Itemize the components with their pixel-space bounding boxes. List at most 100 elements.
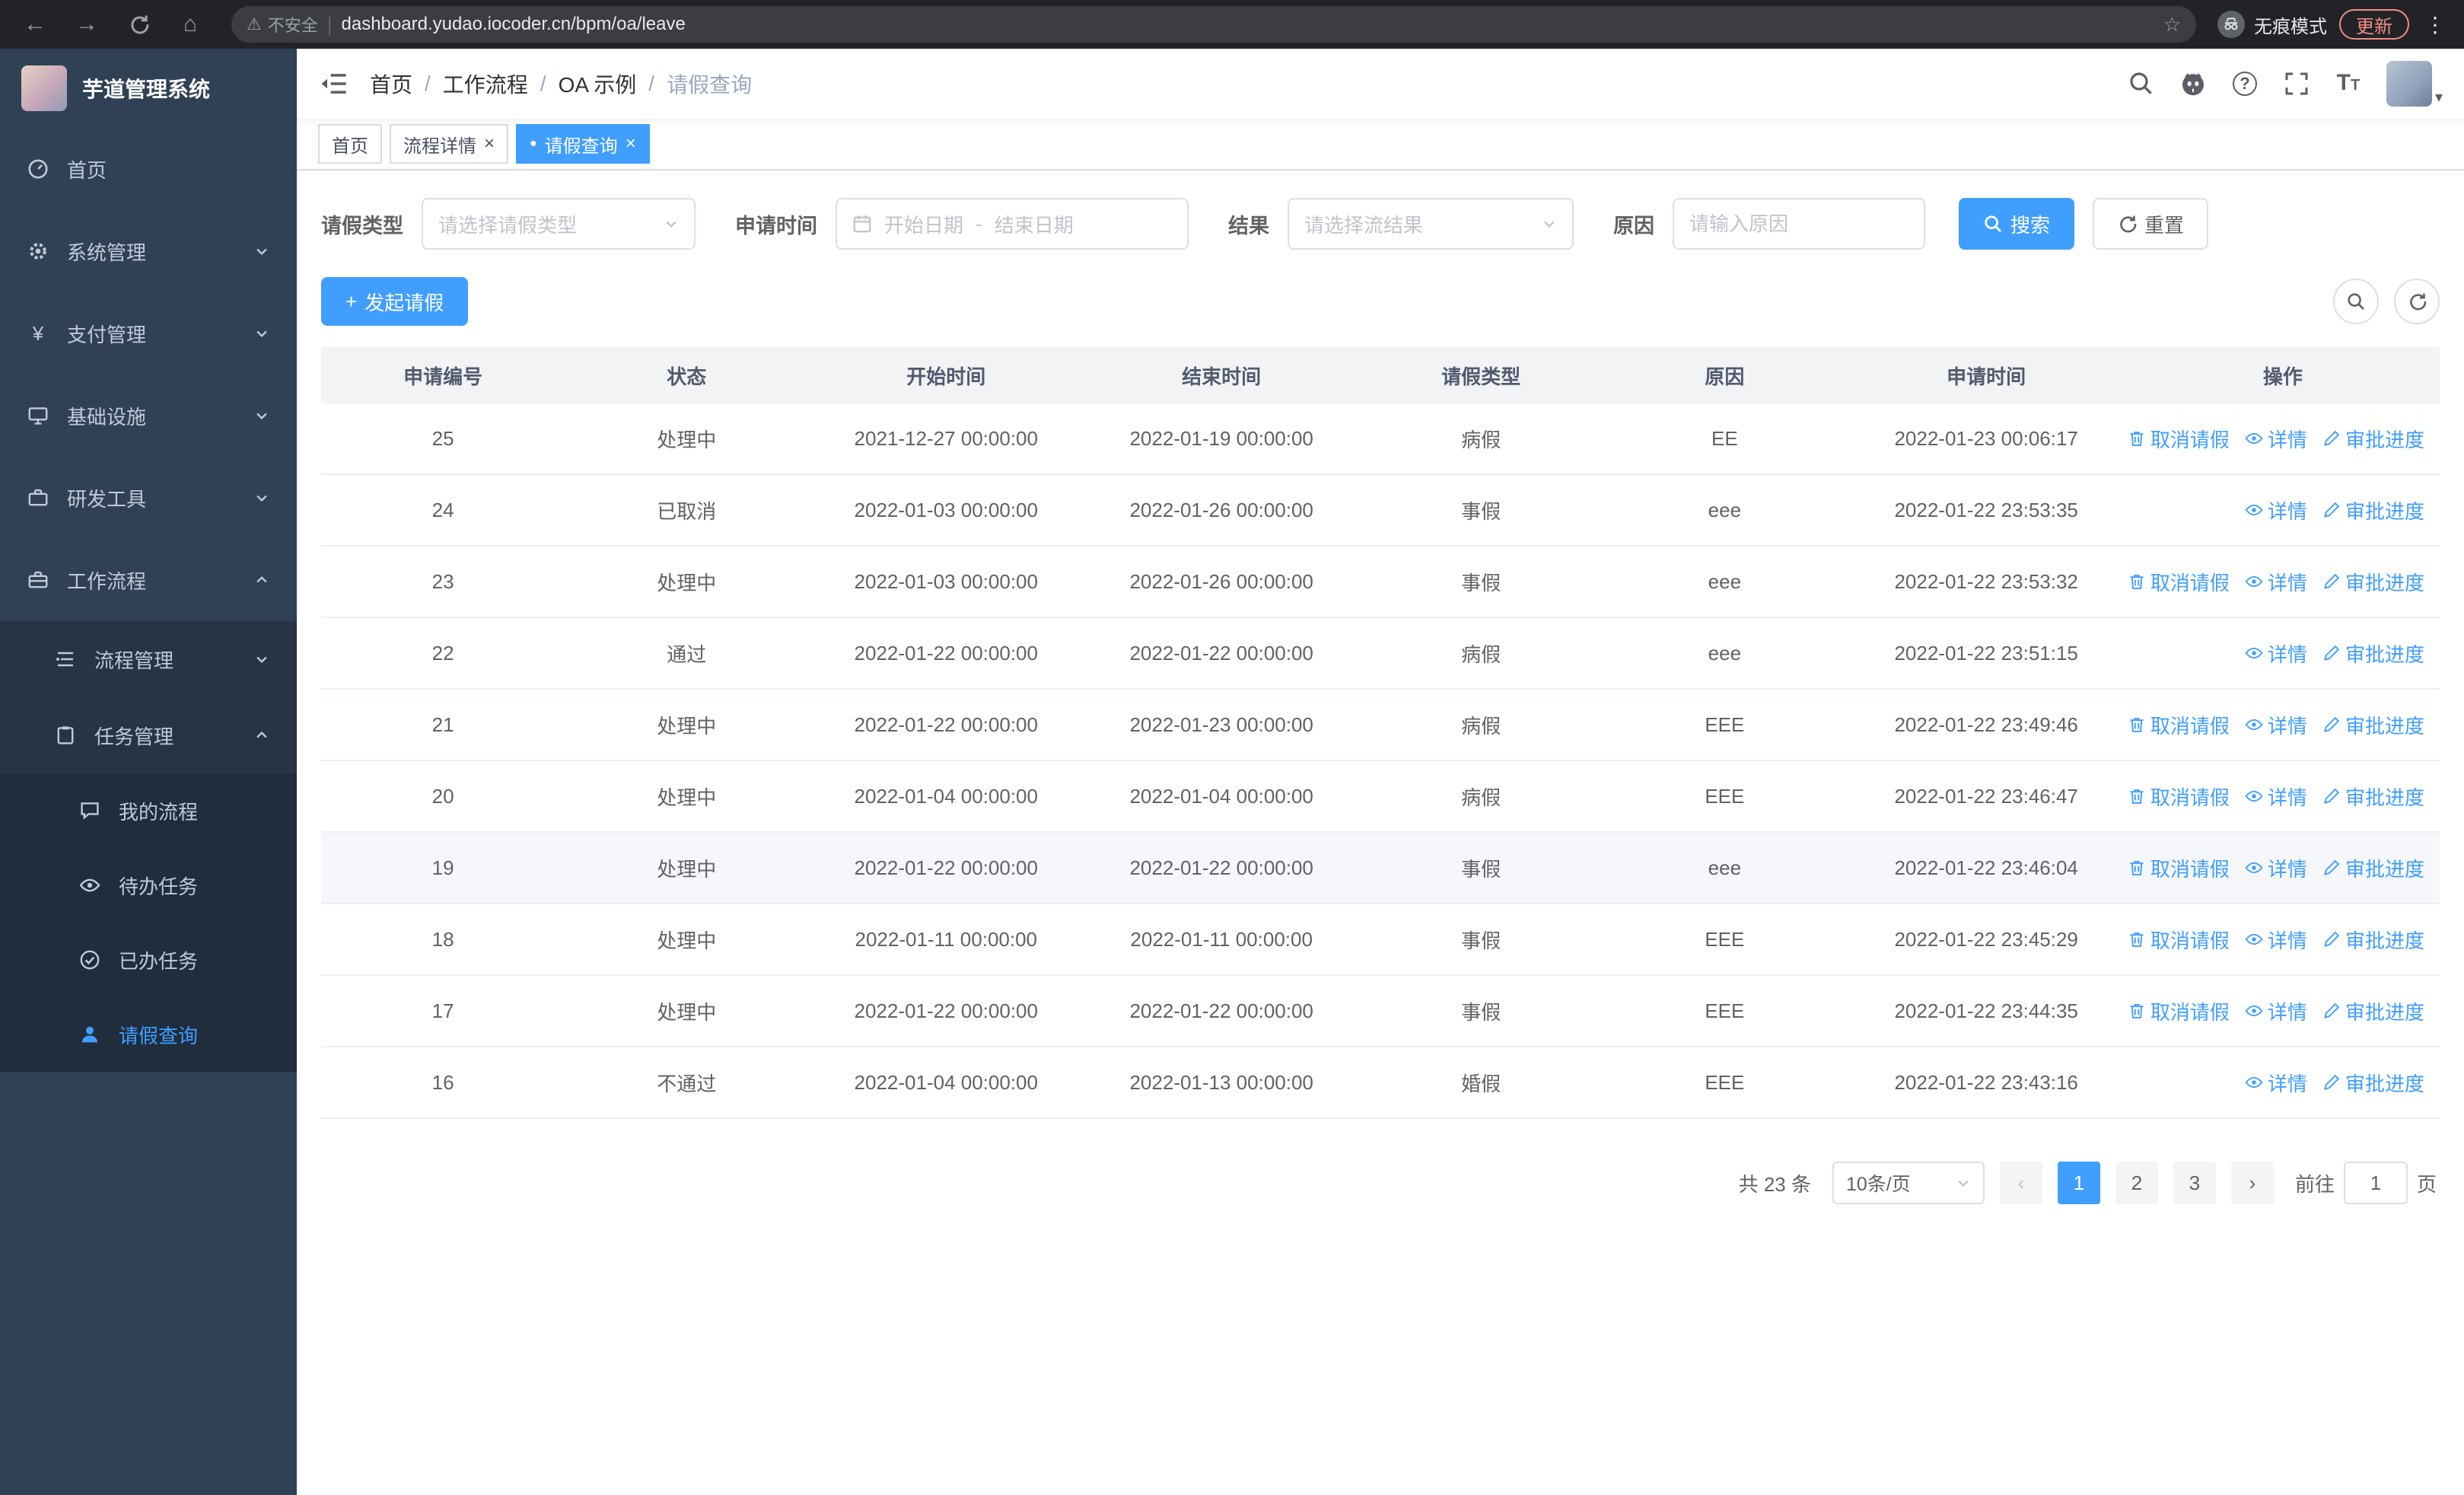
- calendar-icon: [853, 215, 871, 233]
- sidebar-item-devtools[interactable]: 研发工具: [0, 457, 297, 539]
- approval-progress-link[interactable]: 审批进度: [2322, 639, 2424, 668]
- cell-start: 2022-01-04 00:00:00: [854, 784, 1038, 808]
- breadcrumb-workflow[interactable]: 工作流程: [443, 69, 528, 99]
- browser-home-button[interactable]: ⌂: [170, 5, 210, 44]
- browser-update-button[interactable]: 更新: [2339, 9, 2409, 40]
- sidebar-item-label: 任务管理: [94, 725, 174, 748]
- sidebar-item-task-management[interactable]: 任务管理: [0, 697, 297, 773]
- sidebar-item-done-tasks[interactable]: 已办任务: [0, 923, 297, 997]
- browser-back-button[interactable]: ←: [15, 5, 55, 44]
- detail-label: 详情: [2267, 428, 2307, 451]
- security-warning[interactable]: ⚠ 不安全: [247, 12, 318, 37]
- address-bar[interactable]: ⚠ 不安全 | dashboard.yudao.iocoder.cn/bpm/o…: [231, 6, 2196, 43]
- page-button-1[interactable]: 1: [2057, 1162, 2100, 1204]
- chevron-down-icon: [256, 330, 267, 337]
- approval-progress-link[interactable]: 审批进度: [2322, 496, 2424, 524]
- toggle-search-button[interactable]: [2333, 279, 2379, 324]
- approval-progress-link[interactable]: 审批进度: [2322, 1069, 2424, 1097]
- eye-icon: [2245, 504, 2263, 516]
- refresh-table-button[interactable]: [2394, 279, 2440, 324]
- detail-link[interactable]: 详情: [2245, 568, 2307, 596]
- result-select[interactable]: 请选择流结果: [1288, 198, 1574, 250]
- detail-link[interactable]: 详情: [2245, 496, 2307, 524]
- result-label: 结果: [1228, 214, 1269, 237]
- prev-page-button[interactable]: ‹: [1999, 1162, 2042, 1204]
- cancel-leave-link[interactable]: 取消请假: [2128, 926, 2230, 954]
- page-button-2[interactable]: 2: [2115, 1162, 2158, 1204]
- detail-link[interactable]: 详情: [2245, 926, 2307, 954]
- approval-progress-link[interactable]: 审批进度: [2322, 783, 2424, 811]
- fullscreen-button[interactable]: [2283, 70, 2310, 97]
- sidebar-item-process-management[interactable]: 流程管理: [0, 621, 297, 697]
- search-button[interactable]: [2128, 70, 2155, 97]
- tab-home[interactable]: 首页: [318, 124, 382, 164]
- sidebar-fold-icon[interactable]: [318, 69, 349, 99]
- close-icon[interactable]: ×: [626, 135, 636, 153]
- sidebar-item-workflow[interactable]: 工作流程: [0, 539, 297, 621]
- detail-link[interactable]: 详情: [2245, 1069, 2307, 1097]
- reason-input[interactable]: [1689, 212, 1908, 236]
- next-page-button[interactable]: ›: [2230, 1162, 2274, 1204]
- bookmark-star-icon[interactable]: ☆: [2163, 13, 2181, 37]
- sidebar-item-infrastructure[interactable]: 基础设施: [0, 375, 297, 457]
- search-submit-button[interactable]: 搜索: [1959, 198, 2075, 250]
- cancel-leave-link[interactable]: 取消请假: [2128, 568, 2230, 596]
- sidebar-item-payment[interactable]: ¥ 支付管理: [0, 292, 297, 375]
- sidebar-item-leave-query[interactable]: 请假查询: [0, 997, 297, 1072]
- chat-bubble-icon: [81, 802, 99, 820]
- breadcrumb-home[interactable]: 首页: [370, 69, 412, 99]
- cancel-leave-link[interactable]: 取消请假: [2128, 711, 2230, 739]
- browser-reload-button[interactable]: [119, 5, 158, 44]
- approval-progress-link[interactable]: 审批进度: [2322, 425, 2424, 453]
- sidebar-item-system[interactable]: 系统管理: [0, 210, 297, 292]
- eye-icon: [2245, 1076, 2263, 1089]
- app-logo[interactable]: 芋道管理系统: [0, 49, 297, 128]
- tab-leave-query[interactable]: ● 请假查询 ×: [516, 124, 650, 164]
- cell-start: 2022-01-22 00:00:00: [854, 856, 1038, 879]
- cell-actions: 详情 审批进度: [2126, 496, 2440, 524]
- cell-end: 2022-01-22 00:00:00: [1129, 856, 1313, 879]
- github-button[interactable]: [2179, 70, 2207, 97]
- sidebar-item-todo-tasks[interactable]: 待办任务: [0, 848, 297, 923]
- cancel-leave-link[interactable]: 取消请假: [2128, 997, 2230, 1025]
- cancel-leave-link[interactable]: 取消请假: [2128, 854, 2230, 882]
- cell-end: 2022-01-13 00:00:00: [1129, 1070, 1313, 1094]
- approval-progress-link[interactable]: 审批进度: [2322, 568, 2424, 596]
- cell-id: 20: [431, 784, 454, 808]
- detail-link[interactable]: 详情: [2245, 639, 2307, 668]
- cell-id: 24: [431, 498, 454, 521]
- cancel-leave-label: 取消请假: [2150, 786, 2230, 809]
- detail-label: 详情: [2267, 1000, 2307, 1024]
- reset-button[interactable]: 重置: [2093, 198, 2209, 250]
- breadcrumb-oa-example[interactable]: OA 示例: [559, 69, 637, 99]
- detail-link[interactable]: 详情: [2245, 711, 2307, 739]
- cell-applied: 2022-01-22 23:49:46: [1894, 712, 2078, 736]
- detail-link[interactable]: 详情: [2245, 425, 2307, 453]
- close-icon[interactable]: ×: [484, 135, 495, 153]
- font-size-button[interactable]: TT: [2335, 70, 2362, 97]
- approval-progress-link[interactable]: 审批进度: [2322, 926, 2424, 954]
- sidebar-item-my-processes[interactable]: 我的流程: [0, 773, 297, 848]
- cell-id: 21: [431, 712, 454, 736]
- create-leave-button[interactable]: + 发起请假: [321, 277, 469, 326]
- sidebar-item-home[interactable]: 首页: [0, 128, 297, 210]
- page-size-select[interactable]: 10条/页: [1832, 1162, 1985, 1204]
- detail-link[interactable]: 详情: [2245, 783, 2307, 811]
- browser-forward-button[interactable]: →: [67, 5, 107, 44]
- approval-progress-link[interactable]: 审批进度: [2322, 711, 2424, 739]
- approval-progress-link[interactable]: 审批进度: [2322, 997, 2424, 1025]
- user-menu[interactable]: ▾: [2386, 61, 2443, 107]
- tab-process-detail[interactable]: 流程详情 ×: [390, 124, 509, 164]
- leave-type-select[interactable]: 请选择请假类型: [422, 198, 696, 250]
- goto-page-input[interactable]: [2343, 1162, 2408, 1204]
- cancel-leave-link[interactable]: 取消请假: [2128, 425, 2230, 453]
- approval-progress-link[interactable]: 审批进度: [2322, 854, 2424, 882]
- page-button-3[interactable]: 3: [2173, 1162, 2216, 1204]
- detail-link[interactable]: 详情: [2245, 854, 2307, 882]
- detail-link[interactable]: 详情: [2245, 997, 2307, 1025]
- cancel-leave-link[interactable]: 取消请假: [2128, 783, 2230, 811]
- browser-menu-button[interactable]: ⋮: [2421, 12, 2449, 37]
- task-submenu: 我的流程 待办任务 已办任务 请假查询: [0, 773, 297, 1072]
- date-range-picker[interactable]: 开始日期 - 结束日期: [836, 198, 1189, 250]
- help-button[interactable]: ?: [2231, 70, 2259, 97]
